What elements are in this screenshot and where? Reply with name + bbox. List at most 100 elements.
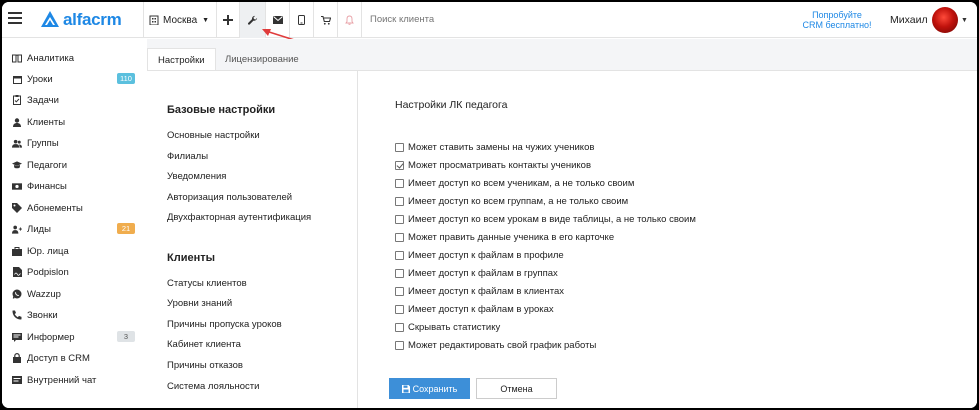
option-checkbox[interactable] [395, 178, 404, 188]
menu-icon[interactable] [8, 12, 22, 26]
mobile-icon [298, 15, 305, 25]
sidebar-item-subscriptions[interactable]: Абонементы [12, 199, 137, 217]
option-checkbox[interactable] [395, 250, 404, 260]
option-row[interactable]: Имеет доступ ко всем урокам в виде табли… [395, 213, 696, 225]
option-label: Имеет доступ ко всем ученикам, а не толь… [408, 177, 635, 189]
cancel-button[interactable]: Отмена [476, 378, 557, 399]
sidebar-item-podpislon[interactable]: Podpislon [12, 263, 137, 281]
tab-settings[interactable]: Настройки [147, 48, 216, 71]
promo-line-1: Попробуйте [812, 10, 862, 20]
sidebar-item-label: Звонки [27, 309, 58, 321]
sidebar-item-analytics[interactable]: Аналитика [12, 49, 137, 67]
link-knowledge-levels[interactable]: Уровни знаний [167, 298, 232, 309]
chat-icon [12, 375, 22, 385]
sidebar-item-label: Педагоги [27, 159, 68, 171]
option-row[interactable]: Имеет доступ к файлам в профиле [395, 249, 564, 261]
logo-text: alfacrm [63, 10, 122, 29]
link-notifications[interactable]: Уведомления [167, 171, 226, 182]
form-title: Настройки ЛК педагога [395, 99, 508, 111]
option-row[interactable]: Может редактировать свой график работы [395, 339, 596, 351]
link-absence-reasons[interactable]: Причины пропуска уроков [167, 319, 282, 330]
sidebar-item-finance[interactable]: Финансы [12, 177, 137, 195]
option-checkbox[interactable] [395, 340, 404, 350]
option-label: Имеет доступ ко всем урокам в виде табли… [408, 213, 696, 225]
sidebar-item-lessons[interactable]: Уроки 110 [12, 70, 137, 88]
avatar[interactable] [932, 7, 958, 33]
option-checkbox[interactable] [395, 160, 404, 170]
divider [143, 2, 144, 38]
option-checkbox[interactable] [395, 232, 404, 242]
option-row[interactable]: Имеет доступ ко всем группам, а не тольк… [395, 195, 628, 207]
option-row[interactable]: Имеет доступ к файлам в уроках [395, 303, 554, 315]
sidebar-item-tasks[interactable]: Задачи [12, 91, 137, 109]
notifications-button[interactable] [338, 2, 361, 38]
option-checkbox[interactable] [395, 304, 404, 314]
link-loyalty-system[interactable]: Система лояльности [167, 381, 259, 392]
sidebar-item-legal-entities[interactable]: Юр. лица [12, 242, 137, 260]
client-search-input[interactable] [370, 14, 570, 25]
sidebar-item-label: Абонементы [27, 202, 83, 214]
option-row[interactable]: Может править данные ученика в его карто… [395, 231, 614, 243]
option-row[interactable]: Может ставить замены на чужих учеников [395, 141, 594, 153]
link-client-portal[interactable]: Кабинет клиента [167, 339, 241, 350]
calendar-icon [12, 74, 22, 84]
link-client-statuses[interactable]: Статусы клиентов [167, 278, 247, 289]
sidebar-item-internal-chat[interactable]: Внутренний чат [12, 371, 137, 389]
sidebar-item-crm-access[interactable]: Доступ в CRM [12, 349, 137, 367]
document-icon [12, 267, 22, 277]
user-name[interactable]: Михаил [890, 14, 928, 26]
lessons-count-badge: 110 [117, 73, 135, 84]
link-branches[interactable]: Филиалы [167, 151, 208, 162]
sidebar-item-teachers[interactable]: Педагоги [12, 156, 137, 174]
option-row[interactable]: Имеет доступ ко всем ученикам, а не толь… [395, 177, 634, 189]
sidebar-item-label: Информер [27, 331, 75, 343]
sidebar-item-clients[interactable]: Клиенты [12, 113, 137, 131]
promo-link[interactable]: Попробуйте CRM бесплатно! [792, 10, 882, 30]
teacher-settings-form: Настройки ЛК педагога Может ставить заме… [359, 71, 977, 408]
settings-menu: Базовые настройки Основные настройки Фил… [147, 71, 358, 408]
option-label: Имеет доступ к файлам в группах [408, 267, 558, 279]
option-row[interactable]: Может просматривать контакты учеников [395, 159, 591, 171]
cart-icon [320, 15, 331, 25]
section-title-base: Базовые настройки [167, 104, 276, 116]
option-checkbox[interactable] [395, 214, 404, 224]
sidebar-item-label: Podpislon [27, 266, 69, 278]
option-label: Имеет доступ к файлам в клиентах [408, 285, 564, 297]
tabs-bar: Настройки Лицензирование [147, 39, 977, 71]
option-checkbox[interactable] [395, 142, 404, 152]
branch-selector[interactable]: Москва ▼ [149, 2, 209, 38]
sidebar-item-label: Уроки [27, 73, 53, 85]
tab-licensing[interactable]: Лицензирование [215, 48, 309, 71]
option-label: Имеет доступ к файлам в уроках [408, 303, 554, 315]
plus-icon [223, 15, 233, 25]
link-2fa[interactable]: Двухфакторная аутентификация [167, 212, 311, 223]
sidebar-item-wazzup[interactable]: Wazzup [12, 285, 137, 303]
link-main-settings[interactable]: Основные настройки [167, 130, 260, 141]
tasks-icon [12, 95, 22, 105]
sidebar-item-groups[interactable]: Группы [12, 134, 137, 152]
sidebar-item-informer[interactable]: Информер 3 [12, 328, 137, 346]
link-refusal-reasons[interactable]: Причины отказов [167, 360, 243, 371]
sidebar-item-leads[interactable]: Лиды 21 [12, 220, 137, 238]
option-row[interactable]: Имеет доступ к файлам в группах [395, 267, 558, 279]
money-icon [12, 181, 22, 191]
cart-button[interactable] [314, 2, 337, 38]
option-checkbox[interactable] [395, 286, 404, 296]
link-user-auth[interactable]: Авторизация пользователей [167, 192, 292, 203]
users-icon [12, 138, 22, 148]
option-checkbox[interactable] [395, 196, 404, 206]
sidebar-item-calls[interactable]: Звонки [12, 306, 137, 324]
option-checkbox[interactable] [395, 268, 404, 278]
save-button[interactable]: Сохранить [389, 378, 470, 399]
sidebar-item-label: Юр. лица [27, 245, 69, 257]
option-checkbox[interactable] [395, 322, 404, 332]
logo[interactable]: alfacrm [40, 10, 122, 30]
option-row[interactable]: Скрывать статистику [395, 321, 500, 333]
funnel-icon [12, 224, 22, 234]
chevron-down-icon[interactable]: ▼ [961, 17, 968, 24]
promo-line-2: CRM бесплатно! [802, 20, 872, 30]
option-label: Может редактировать свой график работы [408, 339, 597, 351]
option-label: Может править данные ученика в его карто… [408, 231, 615, 243]
option-row[interactable]: Имеет доступ к файлам в клиентах [395, 285, 564, 297]
add-button[interactable] [217, 2, 239, 38]
